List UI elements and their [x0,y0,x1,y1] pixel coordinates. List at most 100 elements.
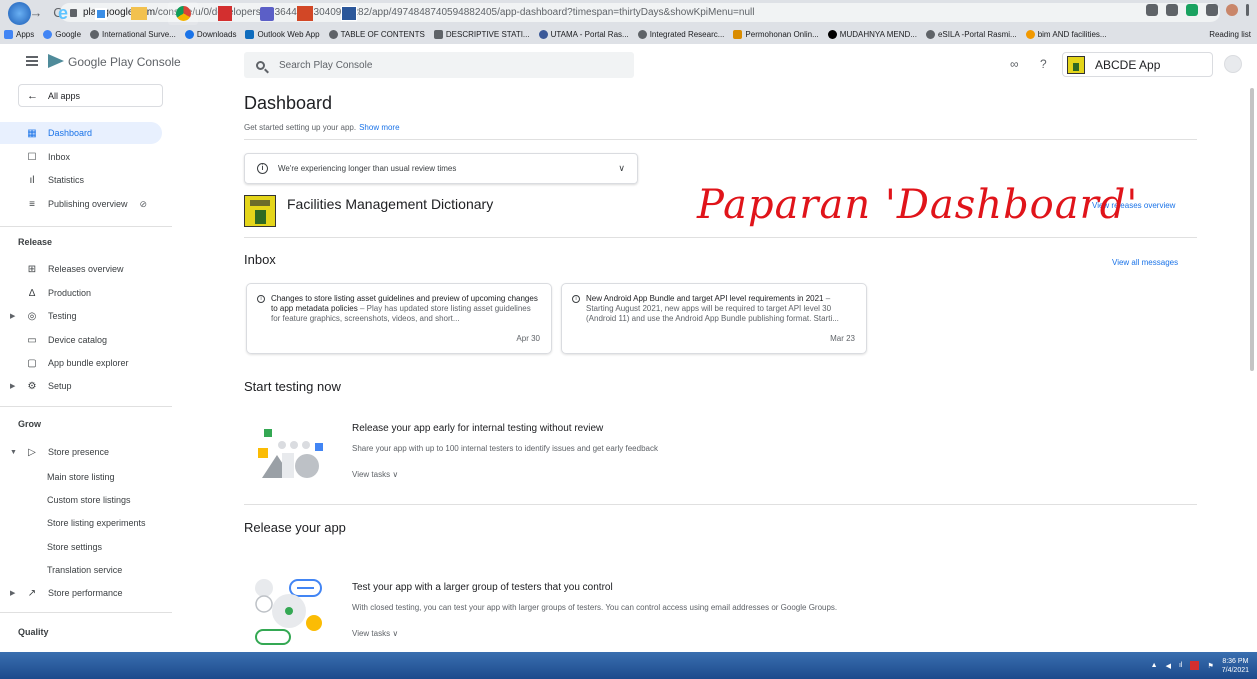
zoom-icon[interactable] [1146,4,1158,16]
start-button-icon[interactable] [8,2,31,25]
testing-icon: ◎ [27,310,37,322]
bookmark-item[interactable]: Permohonan Onlin... [733,29,819,39]
inbox-section-title: Inbox [244,252,276,267]
sidebar-divider [0,226,172,227]
sidebar-item-label: Setup [48,381,72,391]
back-arrow-icon: ← [27,89,38,102]
bookmark-item[interactable]: Apps [4,29,34,39]
star-icon[interactable] [1166,4,1178,16]
divider [244,237,1197,238]
view-all-messages-link[interactable]: View all messages [1112,258,1178,267]
search-input[interactable]: Search Play Console [244,52,634,78]
sidebar-item-setup[interactable]: ▶ ⚙ Setup [0,375,162,397]
bookmark-item[interactable]: International Surve... [90,29,176,39]
sidebar-item-dashboard[interactable]: ▦ Dashboard [0,122,162,144]
sidebar-item-testing[interactable]: ▶ ◎ Testing [0,305,162,327]
sidebar-item-releases-overview[interactable]: ⊞ Releases overview [0,258,162,280]
view-tasks-label: View tasks [352,470,391,479]
view-tasks-toggle[interactable]: View tasks ∨ [352,629,398,638]
flag-icon[interactable]: ⚑ [1207,662,1213,670]
bookmark-item[interactable]: Integrated Researc... [637,29,724,39]
hamburger-menu-icon[interactable] [26,56,38,66]
bookmark-item[interactable]: MUDAHNYA MEND... [827,29,917,39]
word-icon[interactable] [334,2,364,25]
message-header: i New Android App Bundle and target API … [572,294,856,324]
chevron-down-icon[interactable]: ∨ [618,163,625,174]
sidebar-item-store-listing-experiments[interactable]: Store listing experiments [47,518,146,528]
puzzle-icon[interactable] [1206,4,1218,16]
sidebar-item-store-settings[interactable]: Store settings [47,542,102,552]
all-apps-label: All apps [48,90,81,101]
network-icon[interactable]: ıl [1179,662,1183,669]
link-icon[interactable]: ∞ [1010,57,1019,71]
bundle-icon: ▢ [27,357,37,369]
expand-caret-icon[interactable]: ▶ [10,589,15,597]
sidebar-item-statistics[interactable]: ıl Statistics [0,169,162,191]
expand-caret-icon[interactable]: ▶ [10,312,15,320]
file-explorer-icon[interactable] [124,2,154,25]
bookmark-item[interactable]: TABLE OF CONTENTS [328,29,425,39]
divider [244,504,1197,505]
help-icon[interactable]: ? [1040,57,1047,71]
sidebar-item-label: Releases overview [48,264,124,274]
show-hidden-icons-icon[interactable]: ▲ [1151,662,1158,669]
notice-text: We're experiencing longer than usual rev… [278,164,457,173]
internet-explorer-icon[interactable]: e [48,2,78,25]
handwritten-annotation: Paparan 'Dashboard' [697,182,1139,228]
scrollbar-thumb[interactable] [1250,88,1254,371]
bookmark-item[interactable]: Google [43,29,81,39]
powerpoint-icon[interactable] [290,2,320,25]
acrobat-icon[interactable] [210,2,240,25]
bookmarks-bar: Apps Google International Surve... Downl… [0,24,1257,44]
sidebar-item-main-store-listing[interactable]: Main store listing [47,472,115,482]
info-icon: i [257,295,265,303]
brand-title: Google Play Console [68,55,181,69]
clock[interactable]: 8:36 PM 7/4/2021 [1222,657,1249,675]
app-selector[interactable]: ABCDE App [1062,52,1213,77]
bookmark-item[interactable]: Outlook Web App [245,29,320,39]
reading-list-label: Reading list [1209,29,1251,39]
avatar[interactable] [1224,55,1242,73]
task-description: Share your app with up to 100 internal t… [352,444,658,453]
sidebar-item-custom-store-listings[interactable]: Custom store listings [47,495,131,505]
task-description: With closed testing, you can test your a… [352,603,838,612]
tray-app-icon[interactable] [1190,661,1200,670]
menu-dots-icon[interactable] [1246,4,1249,16]
subtitle-text: Get started setting up your app. [244,123,357,132]
extension-icon[interactable] [1186,4,1198,16]
chrome-icon[interactable] [168,2,198,25]
clock-time: 8:36 PM [1222,657,1249,665]
visibility-off-icon: ⊘ [139,198,148,209]
media-icon[interactable] [86,2,116,25]
windows-taskbar [0,652,1257,679]
bookmark-item[interactable]: DESCRIPTIVE STATI... [433,29,530,39]
view-tasks-toggle[interactable]: View tasks ∨ [352,470,398,479]
bookmark-item[interactable]: Downloads [184,29,236,39]
profile-icon[interactable] [1226,4,1238,16]
app-thumbnail [1067,55,1085,74]
sidebar-item-publishing-overview[interactable]: ≡ Publishing overview ⊘ [0,193,162,215]
all-apps-button[interactable]: ← All apps [18,84,163,107]
reading-list-button[interactable]: Reading list [1209,24,1251,44]
bookmark-item[interactable]: eSILA -Portal Rasmi... [925,29,1017,39]
sidebar-item-device-catalog[interactable]: ▭ Device catalog [0,329,162,351]
system-tray: ▲ ◀ ıl ⚑ 8:36 PM 7/4/2021 [1151,652,1249,679]
message-card[interactable]: i Changes to store listing asset guideli… [246,283,552,354]
sidebar-item-app-bundle-explorer[interactable]: ▢ App bundle explorer [0,352,162,374]
expand-caret-icon[interactable]: ▶ [10,382,15,390]
teams-icon[interactable] [252,2,282,25]
volume-icon[interactable]: ◀ [1166,662,1171,670]
page-title: Dashboard [244,93,333,113]
bookmark-item[interactable]: UTAMA - Portal Ras... [538,29,629,39]
sidebar-item-translation-service[interactable]: Translation service [47,565,122,575]
review-times-notice[interactable]: i We're experiencing longer than usual r… [244,153,638,184]
show-more-link[interactable]: Show more [359,123,399,132]
chevron-down-icon: ∨ [392,629,399,638]
sidebar-item-production[interactable]: ∆ Production [0,282,162,304]
sidebar-item-store-presence[interactable]: ▼ ▷ Store presence [0,441,162,463]
collapse-caret-icon[interactable]: ▼ [10,449,17,456]
message-card[interactable]: i New Android App Bundle and target API … [561,283,867,354]
bookmark-item[interactable]: bim AND facilities... [1025,29,1107,39]
sidebar-item-inbox[interactable]: ☐ Inbox [0,146,162,168]
sidebar-item-store-performance[interactable]: ▶ ↗ Store performance [0,582,162,604]
